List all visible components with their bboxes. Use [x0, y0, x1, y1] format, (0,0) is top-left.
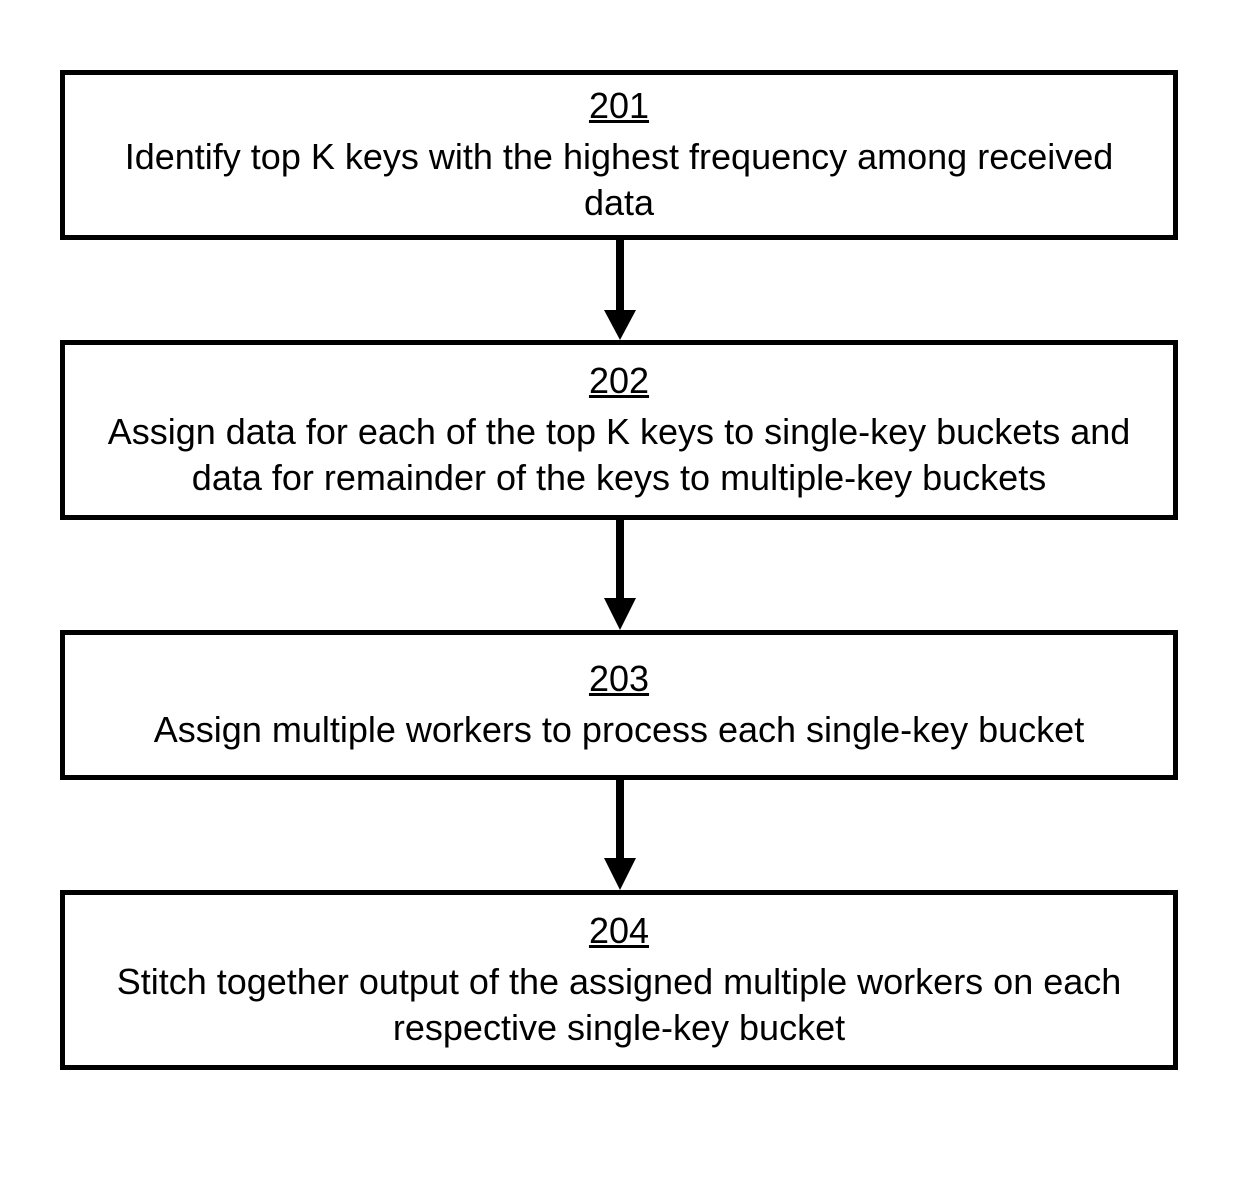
- arrow-down-icon: [600, 240, 640, 340]
- step-id: 201: [589, 83, 649, 130]
- arrow-down-icon: [600, 780, 640, 890]
- flowchart-arrow: [0, 240, 1240, 340]
- flowchart-step-202: 202 Assign data for each of the top K ke…: [60, 340, 1178, 520]
- flowchart-step-203: 203 Assign multiple workers to process e…: [60, 630, 1178, 780]
- step-id: 204: [589, 908, 649, 955]
- step-text: Assign multiple workers to process each …: [154, 707, 1084, 754]
- step-id: 202: [589, 358, 649, 405]
- flowchart-step-204: 204 Stitch together output of the assign…: [60, 890, 1178, 1070]
- flowchart-step-201: 201 Identify top K keys with the highest…: [60, 70, 1178, 240]
- step-text: Identify top K keys with the highest fre…: [89, 134, 1149, 228]
- step-id: 203: [589, 656, 649, 703]
- step-text: Assign data for each of the top K keys t…: [89, 409, 1149, 503]
- flowchart-arrow: [0, 780, 1240, 890]
- flowchart-canvas: 201 Identify top K keys with the highest…: [0, 0, 1240, 1204]
- flowchart-arrow: [0, 520, 1240, 630]
- arrow-down-icon: [600, 520, 640, 630]
- step-text: Stitch together output of the assigned m…: [89, 959, 1149, 1053]
